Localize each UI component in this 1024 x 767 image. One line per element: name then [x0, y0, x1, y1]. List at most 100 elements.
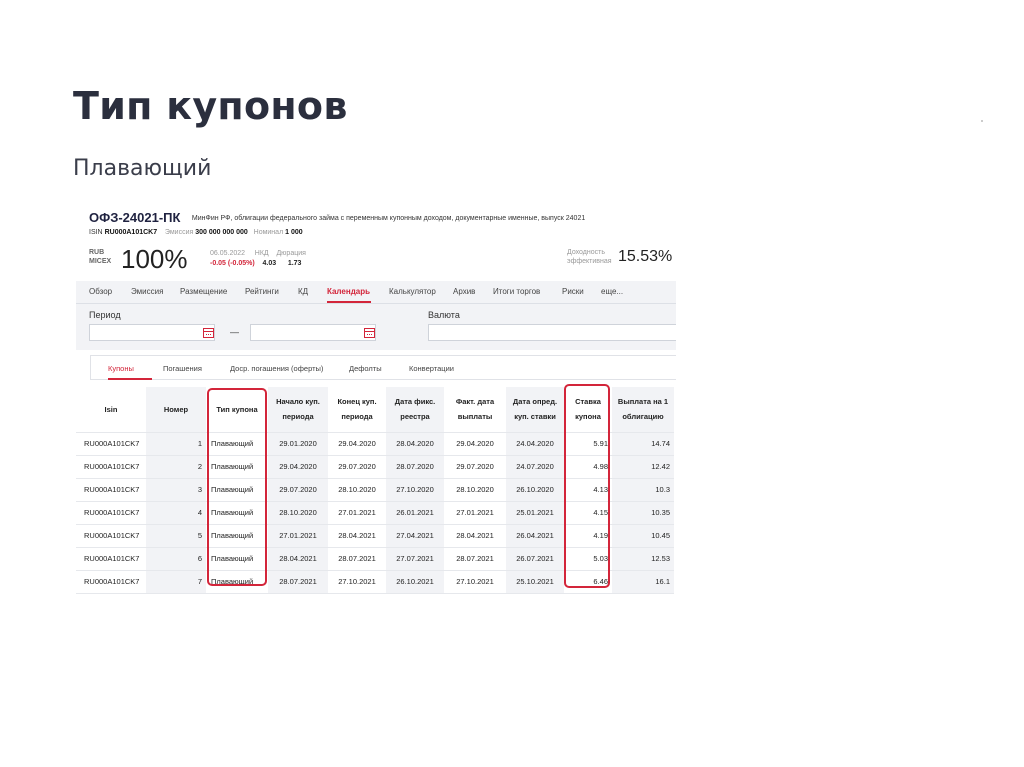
- cell-period-end: 28.07.2021: [328, 547, 386, 571]
- cell-number: 7: [146, 570, 206, 594]
- calendar-icon[interactable]: [364, 328, 375, 338]
- subtab-defaults[interactable]: Дефолты: [349, 364, 382, 373]
- cell-number: 6: [146, 547, 206, 571]
- cell-isin: RU000A101CK7: [76, 570, 146, 594]
- bond-header: ОФЗ-24021-ПК МинФин РФ, облигации федера…: [89, 209, 674, 236]
- col-period-end[interactable]: Конец куп. периода: [328, 387, 386, 433]
- cell-payment-amount: 12.42: [612, 455, 674, 479]
- cell-payment-amount: 12.53: [612, 547, 674, 571]
- cell-number: 3: [146, 478, 206, 502]
- cell-period-end: 29.04.2020: [328, 432, 386, 456]
- tab-overview[interactable]: Обзор: [89, 287, 112, 296]
- tab-trading-results[interactable]: Итоги торгов: [493, 287, 540, 296]
- cell-isin: RU000A101CK7: [76, 524, 146, 548]
- cell-payment-amount: 10.45: [612, 524, 674, 548]
- cell-isin: RU000A101CK7: [76, 455, 146, 479]
- col-payment-date[interactable]: Факт. дата выплаты: [444, 387, 506, 433]
- yield-value: 15.53%: [618, 248, 673, 265]
- cell-rate-date: 25.01.2021: [506, 501, 564, 525]
- isin-label: ISIN: [89, 229, 103, 236]
- cell-period-start: 27.01.2021: [268, 524, 328, 548]
- bond-page-screenshot: ОФЗ-24021-ПК МинФин РФ, облигации федера…: [76, 200, 676, 595]
- cell-rate-date: 24.07.2020: [506, 455, 564, 479]
- currency: RUB: [89, 249, 105, 256]
- cell-period-end: 28.10.2020: [328, 478, 386, 502]
- cell-isin: RU000A101CK7: [76, 547, 146, 571]
- subtab-conversions[interactable]: Конвертации: [409, 364, 454, 373]
- period-from-input[interactable]: [89, 324, 215, 341]
- cell-period-end: 29.07.2020: [328, 455, 386, 479]
- yield-label: Доходность эффективная: [567, 248, 612, 266]
- cell-registry-date: 28.04.2020: [386, 432, 444, 456]
- cell-rate-date: 24.04.2020: [506, 432, 564, 456]
- tab-placement[interactable]: Размещение: [180, 287, 227, 296]
- currency-select[interactable]: [428, 324, 676, 341]
- calendar-subtabs: Купоны Погашения Доср. погашения (оферты…: [90, 355, 676, 380]
- tab-calculator[interactable]: Калькулятор: [389, 287, 436, 296]
- cell-payment-amount: 16.1: [612, 570, 674, 594]
- col-isin[interactable]: Isin: [76, 387, 146, 433]
- emission-label: Эмиссия: [164, 229, 194, 236]
- cell-period-start: 28.10.2020: [268, 501, 328, 525]
- cell-number: 5: [146, 524, 206, 548]
- cell-period-start: 28.04.2021: [268, 547, 328, 571]
- col-rate-date[interactable]: Дата опред. куп. ставки: [506, 387, 564, 433]
- cell-payment-date: 27.01.2021: [444, 501, 506, 525]
- cell-number: 2: [146, 455, 206, 479]
- cell-payment-date: 27.10.2021: [444, 570, 506, 594]
- cell-period-end: 28.04.2021: [328, 524, 386, 548]
- cell-registry-date: 26.10.2021: [386, 570, 444, 594]
- cell-rate-date: 25.10.2021: [506, 570, 564, 594]
- tab-kd[interactable]: КД: [298, 287, 308, 296]
- tab-risks[interactable]: Риски: [562, 287, 584, 296]
- main-tabs: Обзор Эмиссия Размещение Рейтинги КД Кал…: [76, 281, 676, 304]
- calendar-icon[interactable]: [203, 328, 214, 338]
- cell-payment-amount: 10.35: [612, 501, 674, 525]
- quote-date: 06.05.2022: [210, 250, 246, 257]
- bond-description: МинФин РФ, облигации федерального займа …: [191, 215, 586, 222]
- col-period-start[interactable]: Начало куп. периода: [268, 387, 328, 433]
- cell-period-start: 28.07.2021: [268, 570, 328, 594]
- cell-period-start: 29.01.2020: [268, 432, 328, 456]
- col-payment-amount[interactable]: Выплата на 1 облигацию: [612, 387, 674, 433]
- period-to-input[interactable]: [250, 324, 376, 341]
- active-subtab-indicator: [108, 378, 152, 380]
- price-change: -0.05 (-0.05%): [210, 260, 255, 267]
- tab-calendar[interactable]: Календарь: [327, 287, 370, 296]
- bond-name[interactable]: ОФЗ-24021-ПК: [89, 210, 180, 225]
- filter-panel: Период — Валюта: [76, 304, 676, 350]
- subtab-redemptions[interactable]: Погашения: [163, 364, 202, 373]
- slide-title: Тип купонов: [73, 84, 348, 128]
- bond-identifiers: ISIN RU000A101CK7 Эмиссия 300 000 000 00…: [89, 229, 674, 236]
- cell-registry-date: 27.07.2021: [386, 547, 444, 571]
- cell-payment-amount: 10.3: [612, 478, 674, 502]
- subtab-coupons[interactable]: Купоны: [108, 364, 134, 373]
- tab-archive[interactable]: Архив: [453, 287, 475, 296]
- cell-period-start: 29.07.2020: [268, 478, 328, 502]
- col-number[interactable]: Номер: [146, 387, 206, 433]
- cell-registry-date: 27.10.2020: [386, 478, 444, 502]
- highlight-coupon-rate: [564, 384, 610, 588]
- cell-payment-date: 28.10.2020: [444, 478, 506, 502]
- cell-registry-date: 28.07.2020: [386, 455, 444, 479]
- nominal-value: 1 000: [285, 229, 303, 236]
- quote-panel: RUB MICEX 100% 06.05.2022 НКД Дюрация -0…: [89, 244, 674, 274]
- cell-rate-date: 26.04.2021: [506, 524, 564, 548]
- tab-more[interactable]: еще...: [601, 287, 623, 296]
- subtab-early-redemptions[interactable]: Доср. погашения (оферты): [230, 364, 323, 373]
- cell-isin: RU000A101CK7: [76, 432, 146, 456]
- cell-number: 1: [146, 432, 206, 456]
- duration-label: Дюрация: [276, 250, 306, 257]
- active-tab-indicator: [327, 301, 371, 303]
- currency-exchange: RUB MICEX: [89, 248, 111, 266]
- cell-period-start: 29.04.2020: [268, 455, 328, 479]
- cell-period-end: 27.10.2021: [328, 570, 386, 594]
- cell-payment-date: 28.07.2021: [444, 547, 506, 571]
- quote-info: 06.05.2022 НКД Дюрация -0.05 (-0.05%) 4.…: [210, 249, 306, 269]
- cell-period-end: 27.01.2021: [328, 501, 386, 525]
- period-dash: —: [230, 327, 239, 337]
- tab-ratings[interactable]: Рейтинги: [245, 287, 279, 296]
- tab-emission[interactable]: Эмиссия: [131, 287, 163, 296]
- col-registry-date[interactable]: Дата фикс. реестра: [386, 387, 444, 433]
- nominal-label: Номинал: [253, 229, 284, 236]
